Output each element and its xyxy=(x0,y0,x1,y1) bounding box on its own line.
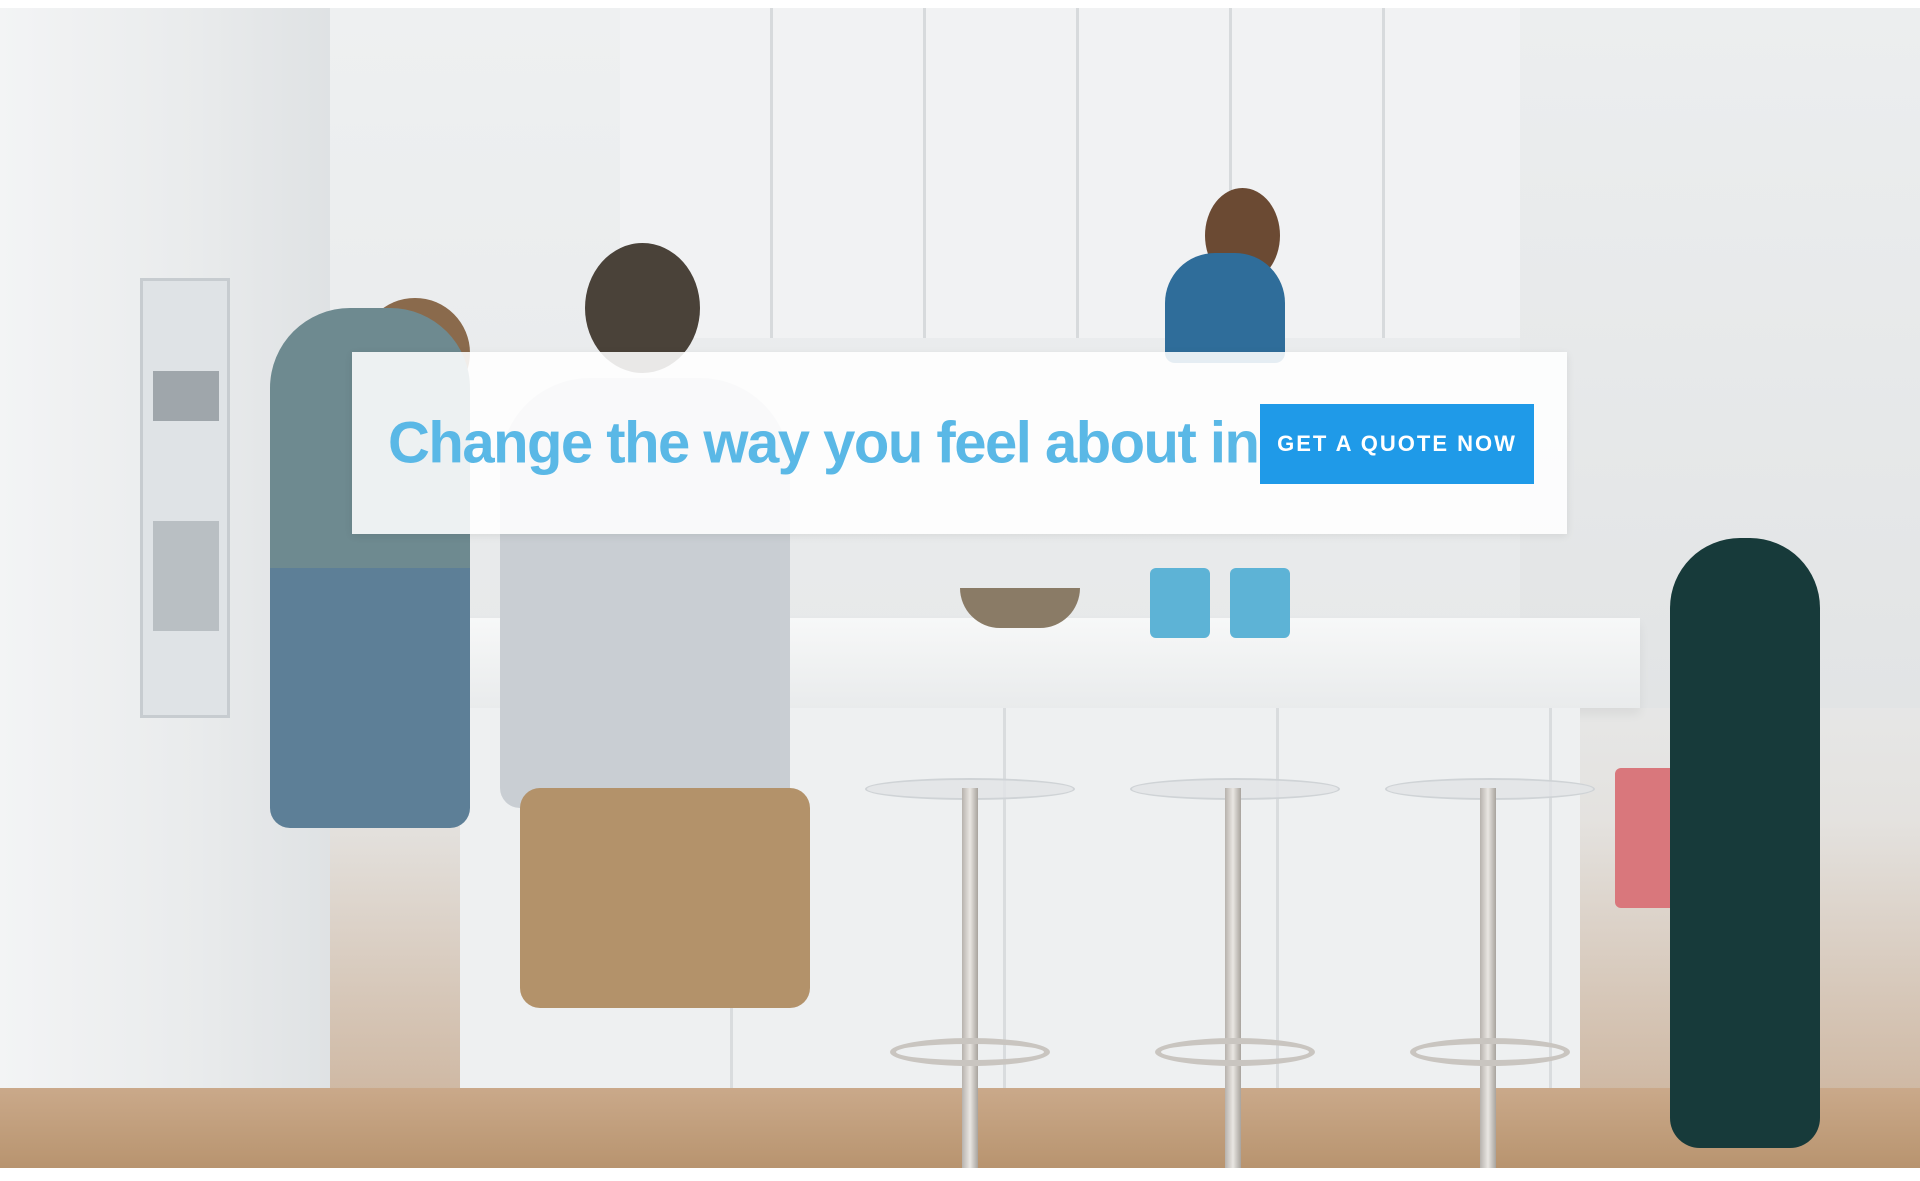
upper-cabinets xyxy=(620,8,1520,338)
promo-banner: Change the way you feel about insurance.… xyxy=(352,352,1567,534)
woman-figure xyxy=(1165,253,1285,363)
oven-window-upper xyxy=(153,371,219,421)
hero-background-photo xyxy=(0,8,1920,1168)
wood-floor xyxy=(0,1088,1920,1168)
blue-vase-right xyxy=(1230,568,1290,638)
bar-stool-footring xyxy=(1410,1038,1570,1066)
wall-ovens xyxy=(140,278,230,718)
get-quote-button[interactable]: GET A QUOTE NOW xyxy=(1260,404,1534,484)
bar-stool-post xyxy=(1225,788,1241,1168)
oven-window-lower xyxy=(153,521,219,631)
child-dinosaur-costume xyxy=(1670,538,1820,1148)
bar-stool-post xyxy=(962,788,978,1168)
bar-stool-footring xyxy=(890,1038,1050,1066)
bar-stool-post xyxy=(1480,788,1496,1168)
blue-vase-left xyxy=(1150,568,1210,638)
bar-stool-footring xyxy=(1155,1038,1315,1066)
man-legs xyxy=(520,788,810,1008)
